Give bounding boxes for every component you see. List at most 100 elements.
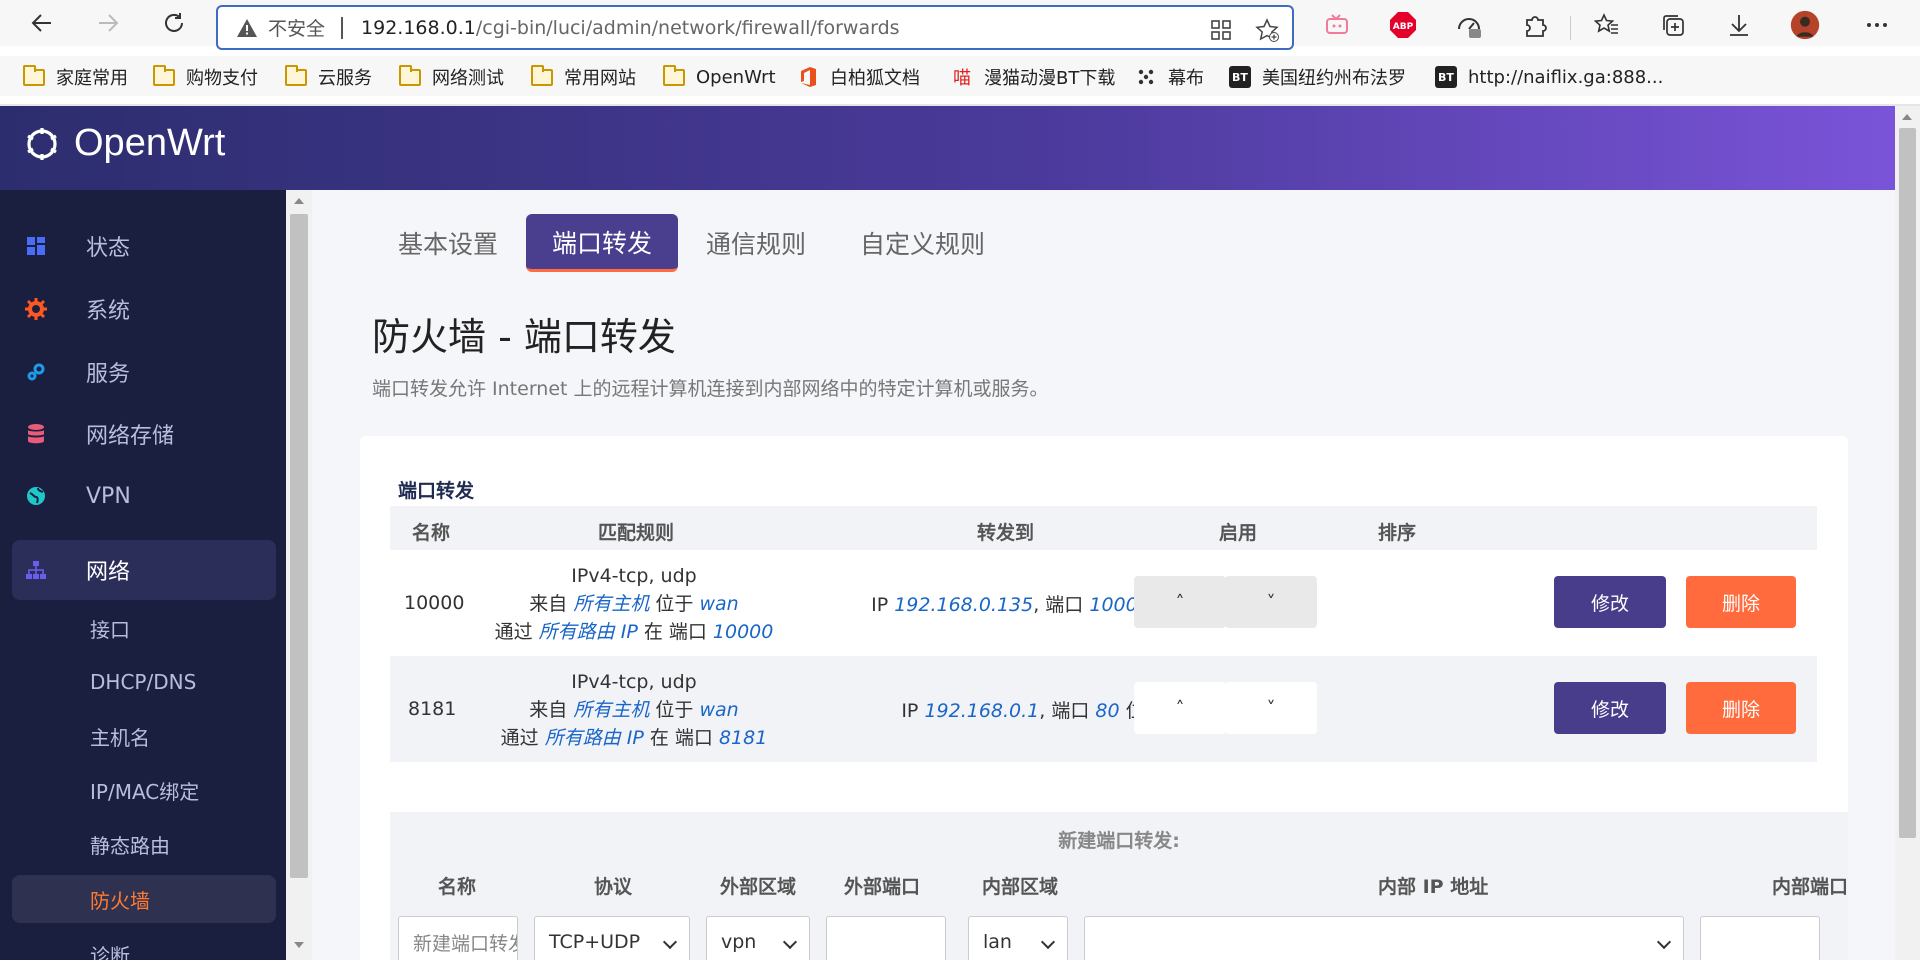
rule-name: 8181 [408,698,457,720]
bookmark-label: 幕布 [1168,68,1204,89]
bookmark-label: 购物支付 [186,68,258,89]
folder-icon [22,64,46,88]
tab-general-settings[interactable]: 基本设置 [372,214,524,272]
favorites-icon[interactable] [1592,10,1622,40]
bookmark-mubu[interactable]: 幕布 [1134,64,1204,90]
int-ip-select[interactable] [1084,916,1684,960]
tab-custom-rules[interactable]: 自定义规则 [834,214,1011,272]
services-icon [24,360,48,384]
address-bar[interactable]: 不安全 192.168.0.1/cgi-bin/luci/admin/netwo… [216,5,1294,50]
table-row: 8181 IPv4-tcp, udp 来自 所有主机 位于 wan 通过 所有路… [390,656,1817,762]
sidebar-item-label: 系统 [86,299,131,324]
sidebar-subitem-static-routes[interactable]: 静态路由 [12,820,276,868]
int-zone-select[interactable]: lan [968,916,1068,960]
sidebar-subitem-ip-mac-binding[interactable]: IP/MAC绑定 [12,766,276,814]
chevron-down-icon [1040,934,1056,950]
bookmark-folder-home[interactable]: 家庭常用 [22,64,128,90]
delete-button[interactable]: 删除 [1686,682,1796,734]
tab-grid-icon[interactable] [1208,17,1234,43]
match-proto: IPv4-tcp, udp [571,671,697,693]
sidebar-item-label: VPN [86,483,131,509]
fwd-mid: , 端口 [1033,594,1084,616]
bookmark-office-docs[interactable]: 白柏狐文档 [796,64,920,90]
sidebar-subitem-firewall[interactable]: 防火墙 [12,875,276,923]
bookmark-bt-buffalo[interactable]: BT 美国纽约州布法罗 [1228,64,1406,90]
sidebar-item-services[interactable]: 服务 [12,342,276,402]
office-icon [796,66,820,88]
sidebar-item-system[interactable]: 系统 [12,279,276,339]
sidebar-item-status[interactable]: 状态 [12,216,276,276]
proto-value: TCP+UDP [549,931,641,953]
sidebar-item-storage[interactable]: 网络存储 [12,404,276,464]
extensions-icon[interactable] [1520,10,1550,40]
sidebar-scrollbar[interactable] [286,190,312,960]
downloads-icon[interactable] [1724,10,1754,40]
ext-zone-select[interactable]: vpn [706,916,810,960]
delete-button[interactable]: 删除 [1686,576,1796,628]
bookmark-label: 白柏狐文档 [830,68,920,89]
insecure-label: 不安全 [268,18,326,40]
bookmark-bt-naiflix[interactable]: BT http://naiflix.ga:888... [1434,64,1663,90]
sidebar-subitem-dhcp-dns[interactable]: DHCP/DNS [12,658,276,706]
performance-icon[interactable] [1454,10,1484,40]
back-icon[interactable] [24,5,60,41]
via-mid: 在 端口 [649,727,713,749]
move-up-button[interactable]: ˄ [1134,682,1226,734]
new-name-input[interactable]: 新建端口转发 [398,916,518,960]
chevron-down-icon [662,934,678,950]
edit-button[interactable]: 修改 [1554,576,1666,628]
via-port: 10000 [712,621,774,643]
match-via: 通过 所有路由 IP 在 端口 10000 [484,618,784,646]
extension-pink-icon[interactable] [1322,10,1352,40]
warning-icon [237,18,257,37]
forward-icon[interactable] [90,5,126,41]
proto-select[interactable]: TCP+UDP [534,916,690,960]
bookmark-folder-cloud[interactable]: 云服务 [284,64,372,90]
bt-icon: BT [1434,66,1458,88]
move-down-button[interactable]: ˅ [1225,682,1317,734]
via-prefix: 通过 [500,727,539,749]
url-path: /cgi-bin/luci/admin/network/firewall/for… [475,16,900,39]
bookmark-folder-sites[interactable]: 常用网站 [530,64,636,90]
more-icon[interactable] [1862,10,1892,40]
collections-icon[interactable] [1658,10,1688,40]
from-mid: 位于 [655,699,694,721]
int-port-input[interactable] [1700,916,1820,960]
bookmark-folder-openwrt[interactable]: OpenWrt [662,64,776,90]
tab-port-forwards[interactable]: 端口转发 [526,214,679,272]
sidebar-subitem-interfaces[interactable]: 接口 [12,604,276,652]
bookmark-folder-shopping[interactable]: 购物支付 [152,64,258,90]
scrollbar-thumb[interactable] [290,214,308,878]
sidebar-item-vpn[interactable]: VPN [12,466,276,526]
bookmark-miao-bt[interactable]: 喵漫猫动漫BT下载 [950,64,1115,90]
sidebar-subitem-hostnames[interactable]: 主机名 [12,712,276,760]
sidebar-subitem-diagnostics[interactable]: 诊断 [12,930,276,960]
page-header: OpenWrt [0,106,1895,190]
ext-port-input[interactable] [826,916,946,960]
profile-avatar[interactable] [1790,10,1820,40]
new-col-name: 名称 [438,876,477,898]
scrollbar-thumb[interactable] [1899,128,1916,838]
refresh-icon[interactable] [156,5,192,41]
scroll-down-arrow-icon[interactable] [294,942,304,948]
fwd-port: 80 [1095,700,1120,722]
sidebar-subitem-label: 接口 [90,617,130,642]
abp-icon[interactable]: ABP [1388,10,1418,40]
page-scrollbar[interactable] [1895,106,1920,960]
scroll-up-arrow-icon[interactable] [294,198,304,204]
move-up-button[interactable]: ˄ [1134,576,1226,628]
bookmark-folder-nettest[interactable]: 网络测试 [398,64,504,90]
edit-button[interactable]: 修改 [1554,682,1666,734]
brand[interactable]: OpenWrt [22,122,225,165]
brand-name: OpenWrt [74,122,226,164]
tab-traffic-rules[interactable]: 通信规则 [680,214,832,272]
add-favorite-icon[interactable] [1254,17,1280,43]
address-separator [341,16,344,39]
url-text: 192.168.0.1/cgi-bin/luci/admin/network/f… [361,17,900,39]
via-port: 8181 [718,727,768,749]
match-rule: IPv4-tcp, udp 来自 所有主机 位于 wan 通过 所有路由 IP … [484,562,784,646]
port-forwards-panel: 端口转发 名称 匹配规则 转发到 启用 排序 10000 IPv4-tcp, u… [360,436,1848,960]
sidebar-item-network[interactable]: 网络 [12,540,276,600]
scroll-up-arrow-icon[interactable] [1902,114,1912,120]
move-down-button[interactable]: ˅ [1225,576,1317,628]
